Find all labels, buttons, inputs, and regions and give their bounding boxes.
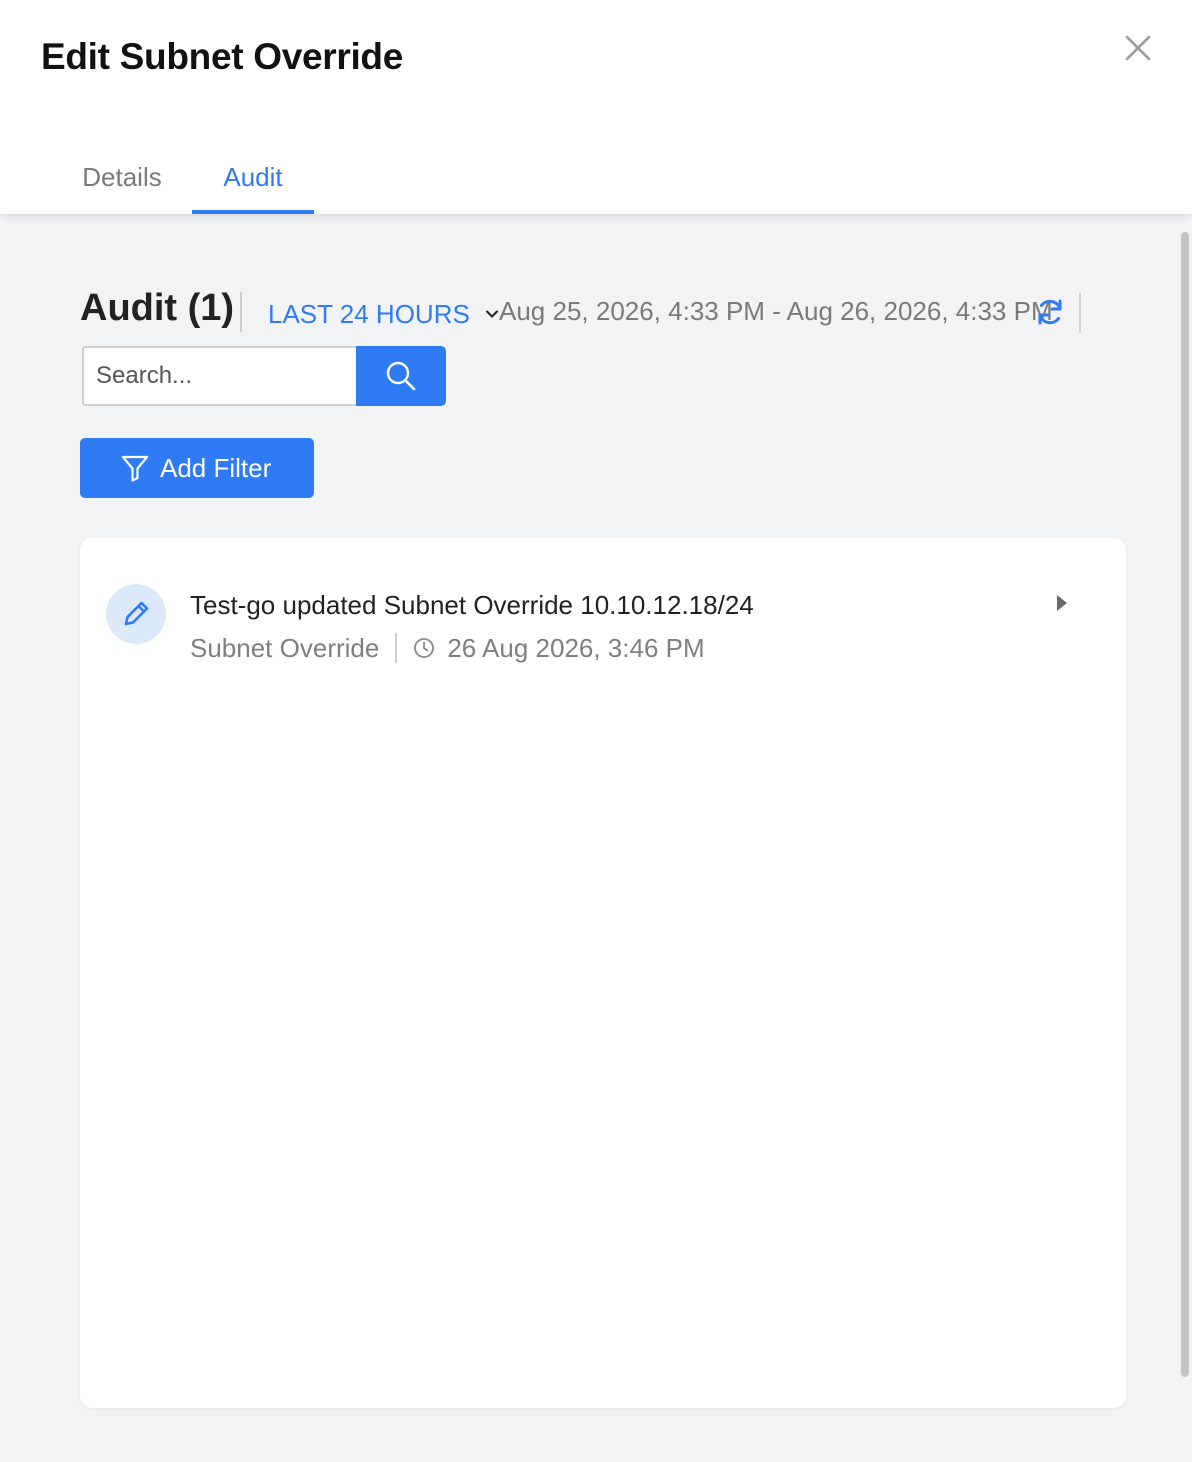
- search-input[interactable]: [82, 346, 358, 406]
- entry-type: Subnet Override: [190, 632, 380, 663]
- tab-bar: Details Audit: [0, 150, 600, 214]
- entry-timestamp: 26 Aug 2026, 3:46 PM: [447, 632, 705, 663]
- divider: [240, 292, 242, 332]
- filter-icon: [121, 455, 149, 482]
- refresh-button[interactable]: [1034, 296, 1066, 328]
- time-range-dropdown[interactable]: LAST 24 HOURS: [268, 296, 500, 332]
- close-icon: [1125, 35, 1151, 61]
- audit-list: Test-go updated Subnet Override 10.10.12…: [80, 538, 1126, 1408]
- pencil-icon: [124, 601, 149, 626]
- refresh-icon: [1038, 299, 1062, 325]
- entry-meta: Subnet Override 26 Aug 2026, 3:46 PM: [190, 631, 705, 665]
- tab-audit[interactable]: Audit: [192, 150, 314, 214]
- dialog-header: Edit Subnet Override Details Audit: [0, 0, 1192, 214]
- list-item[interactable]: Test-go updated Subnet Override 10.10.12…: [80, 538, 1126, 678]
- entry-avatar: [106, 584, 166, 644]
- search-icon: [386, 361, 416, 391]
- time-range-label: LAST 24 HOURS: [268, 298, 470, 329]
- chevron-down-icon: [485, 310, 498, 318]
- search-button[interactable]: [356, 346, 446, 406]
- entry-title: Test-go updated Subnet Override 10.10.12…: [190, 590, 754, 620]
- scrollbar[interactable]: [1181, 232, 1189, 1377]
- divider: [1079, 293, 1081, 333]
- search-bar: [82, 346, 446, 406]
- clock-icon: [414, 638, 435, 658]
- dialog-title: Edit Subnet Override: [41, 36, 404, 77]
- divider: [395, 633, 398, 663]
- audit-heading: Audit (1): [80, 287, 235, 329]
- add-filter-button[interactable]: Add Filter: [80, 438, 314, 498]
- caret-right-icon[interactable]: [1055, 594, 1069, 612]
- date-range-text: Aug 25, 2026, 4:33 PM - Aug 26, 2026, 4:…: [499, 296, 1053, 326]
- edit-subnet-override-dialog: Edit Subnet Override Details Audit Audit…: [0, 0, 1192, 1462]
- tab-details[interactable]: Details: [62, 150, 182, 214]
- add-filter-label: Add Filter: [160, 452, 272, 483]
- close-button[interactable]: [1120, 30, 1156, 66]
